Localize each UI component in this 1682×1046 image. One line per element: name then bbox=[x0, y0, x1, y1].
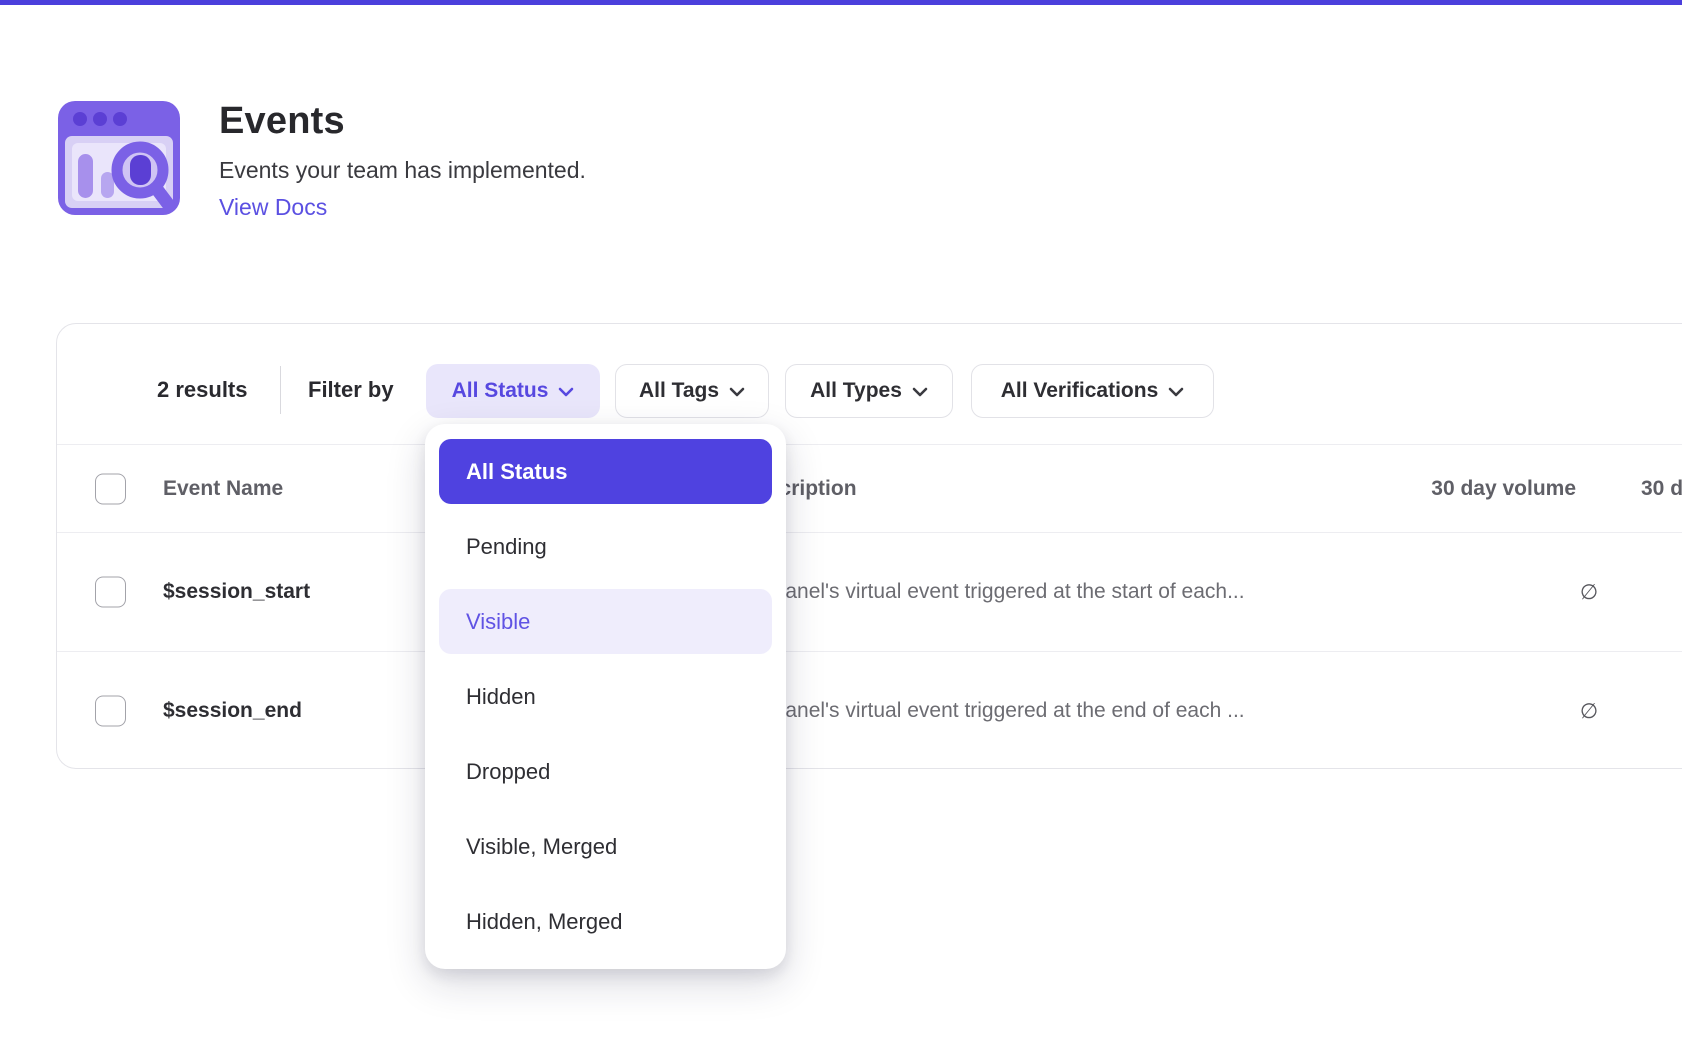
row-checkbox[interactable] bbox=[95, 696, 126, 727]
status-option-visible[interactable]: Visible bbox=[439, 589, 772, 654]
event-name[interactable]: $session_start bbox=[163, 580, 310, 604]
status-option-dropped[interactable]: Dropped bbox=[439, 739, 772, 804]
event-name[interactable]: $session_end bbox=[163, 699, 302, 723]
filter-status-dropdown-button[interactable]: All Status bbox=[426, 364, 600, 418]
table-row[interactable]: $session_end Mixpanel's virtual event tr… bbox=[57, 651, 1682, 770]
status-dropdown-menu: All Status Pending Visible Hidden Droppe… bbox=[425, 424, 786, 969]
filter-verifications-dropdown-button[interactable]: All Verifications bbox=[971, 364, 1214, 418]
filter-by-label: Filter by bbox=[308, 377, 394, 403]
filter-types-dropdown-button[interactable]: All Types bbox=[785, 364, 953, 418]
event-30-day-volume: ∅ bbox=[1477, 699, 1682, 723]
chevron-down-icon bbox=[1168, 387, 1184, 397]
filter-tags-label: All Tags bbox=[639, 379, 719, 403]
table-row[interactable]: $session_start Mixpanel's virtual event … bbox=[57, 532, 1682, 651]
table-header-row: Event Name Description 30 day volume 30 … bbox=[57, 444, 1682, 532]
column-header-30-day-volume[interactable]: 30 day volume bbox=[1276, 477, 1576, 501]
column-header-30-day-queries[interactable]: 30 d bbox=[1641, 477, 1682, 501]
top-accent-bar bbox=[0, 0, 1682, 5]
divider bbox=[280, 366, 281, 414]
page-title: Events bbox=[219, 100, 1119, 143]
status-option-pending[interactable]: Pending bbox=[439, 514, 772, 579]
row-checkbox[interactable] bbox=[95, 577, 126, 608]
chevron-down-icon bbox=[729, 387, 745, 397]
status-option-all-status[interactable]: All Status bbox=[439, 439, 772, 504]
results-count: 2 results bbox=[157, 377, 248, 403]
column-header-event-name[interactable]: Event Name bbox=[163, 477, 283, 501]
event-description: Mixpanel's virtual event triggered at th… bbox=[741, 580, 1245, 604]
page-subtitle: Events your team has implemented. bbox=[219, 157, 1119, 184]
filter-verifications-label: All Verifications bbox=[1001, 379, 1159, 403]
event-30-day-volume: ∅ bbox=[1477, 580, 1682, 604]
status-option-hidden-merged[interactable]: Hidden, Merged bbox=[439, 889, 772, 954]
chevron-down-icon bbox=[558, 387, 574, 397]
event-description: Mixpanel's virtual event triggered at th… bbox=[741, 699, 1245, 723]
status-option-visible-merged[interactable]: Visible, Merged bbox=[439, 814, 772, 879]
view-docs-link[interactable]: View Docs bbox=[219, 194, 327, 221]
select-all-checkbox[interactable] bbox=[95, 473, 126, 504]
filter-status-label: All Status bbox=[452, 379, 549, 403]
events-card: 2 results Filter by All Status All Tags … bbox=[56, 323, 1682, 769]
events-app-icon bbox=[55, 94, 183, 222]
filter-types-label: All Types bbox=[810, 379, 902, 403]
status-option-hidden[interactable]: Hidden bbox=[439, 664, 772, 729]
chevron-down-icon bbox=[912, 387, 928, 397]
filter-tags-dropdown-button[interactable]: All Tags bbox=[615, 364, 769, 418]
